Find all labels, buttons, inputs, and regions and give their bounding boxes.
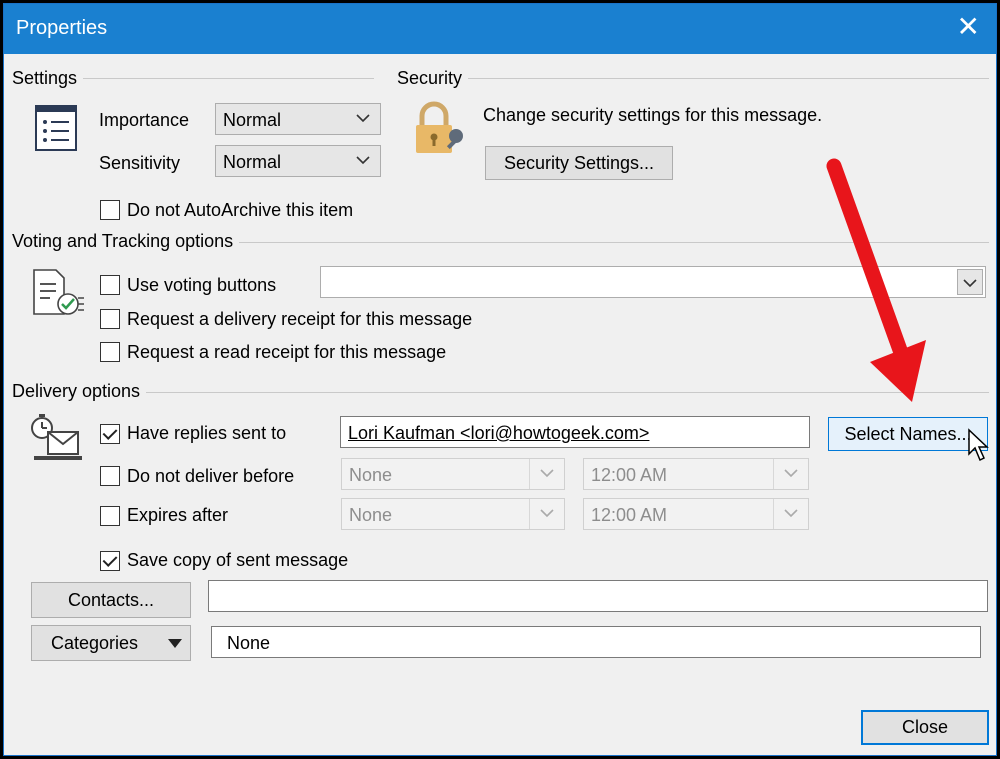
expires-after-checkbox[interactable] [100,506,120,526]
security-group-title: Security [397,68,469,89]
replies-to-input[interactable]: Lori Kaufman <lori@howtogeek.com> [340,416,810,448]
lock-key-icon [416,101,463,153]
security-divider [397,78,989,79]
importance-select[interactable]: Normal [215,103,381,135]
select-names-button[interactable]: Select Names... [828,417,988,451]
settings-list-icon [35,105,77,151]
have-replies-label: Have replies sent to [127,423,287,443]
replies-to-value: Lori Kaufman <lori@howtogeek.com> [348,423,650,443]
read-receipt-checkbox[interactable] [100,342,120,362]
voting-group-title: Voting and Tracking options [12,231,240,252]
categories-label: Categories [51,633,139,653]
annotation-arrow-icon [826,158,926,402]
close-window-icon[interactable]: ✕ [957,13,980,41]
chevron-down-icon [356,114,370,123]
importance-value: Normal [223,110,282,130]
chevron-down-icon [784,509,798,518]
chevron-down-icon [356,156,370,165]
autoarchive-label: Do not AutoArchive this item [127,200,354,220]
read-receipt-label: Request a read receipt for this message [127,342,447,362]
contacts-input[interactable] [208,580,988,612]
expires-date-value: None [349,505,393,525]
voting-tracking-icon [33,269,84,315]
save-copy-label: Save copy of sent message [127,550,349,570]
window-title: Properties [16,17,108,39]
chevron-down-icon [784,469,798,478]
expires-time-value: 12:00 AM [591,505,668,525]
close-button[interactable]: Close [861,710,989,745]
do-not-deliver-time-select[interactable]: 12:00 AM [583,458,809,490]
delivery-clock-envelope-icon [31,414,82,460]
security-settings-button[interactable]: Security Settings... [485,146,673,180]
do-not-deliver-time-value: 12:00 AM [591,465,668,485]
autoarchive-checkbox[interactable] [100,200,120,220]
title-bar: Properties ✕ [4,4,996,54]
use-voting-label: Use voting buttons [127,275,277,295]
triangle-down-icon [168,639,182,648]
use-voting-checkbox[interactable] [100,275,120,295]
properties-dialog: Properties ✕ Settings Importance Normal … [3,3,997,756]
expires-time-select[interactable]: 12:00 AM [583,498,809,530]
categories-input[interactable]: None [211,626,981,658]
categories-button[interactable]: Categories [31,625,191,661]
do-not-deliver-date-select[interactable]: None [341,458,565,490]
categories-value: None [227,633,271,653]
expires-after-label: Expires after [127,505,229,525]
delivery-receipt-label: Request a delivery receipt for this mess… [127,309,473,329]
mouse-pointer-icon [968,428,989,462]
sensitivity-value: Normal [223,152,282,172]
do-not-deliver-checkbox[interactable] [100,466,120,486]
have-replies-checkbox[interactable] [100,424,120,444]
chevron-down-icon [540,469,554,478]
settings-group-title: Settings [12,68,84,89]
contacts-button[interactable]: Contacts... [31,582,191,618]
do-not-deliver-date-value: None [349,465,393,485]
do-not-deliver-label: Do not deliver before [127,466,295,486]
sensitivity-label: Sensitivity [99,153,181,173]
security-description: Change security settings for this messag… [483,105,823,125]
chevron-down-icon [540,509,554,518]
delivery-group-title: Delivery options [12,381,147,402]
delivery-receipt-checkbox[interactable] [100,309,120,329]
expires-date-select[interactable]: None [341,498,565,530]
sensitivity-select[interactable]: Normal [215,145,381,177]
save-copy-checkbox[interactable] [100,551,120,571]
importance-label: Importance [99,110,190,130]
